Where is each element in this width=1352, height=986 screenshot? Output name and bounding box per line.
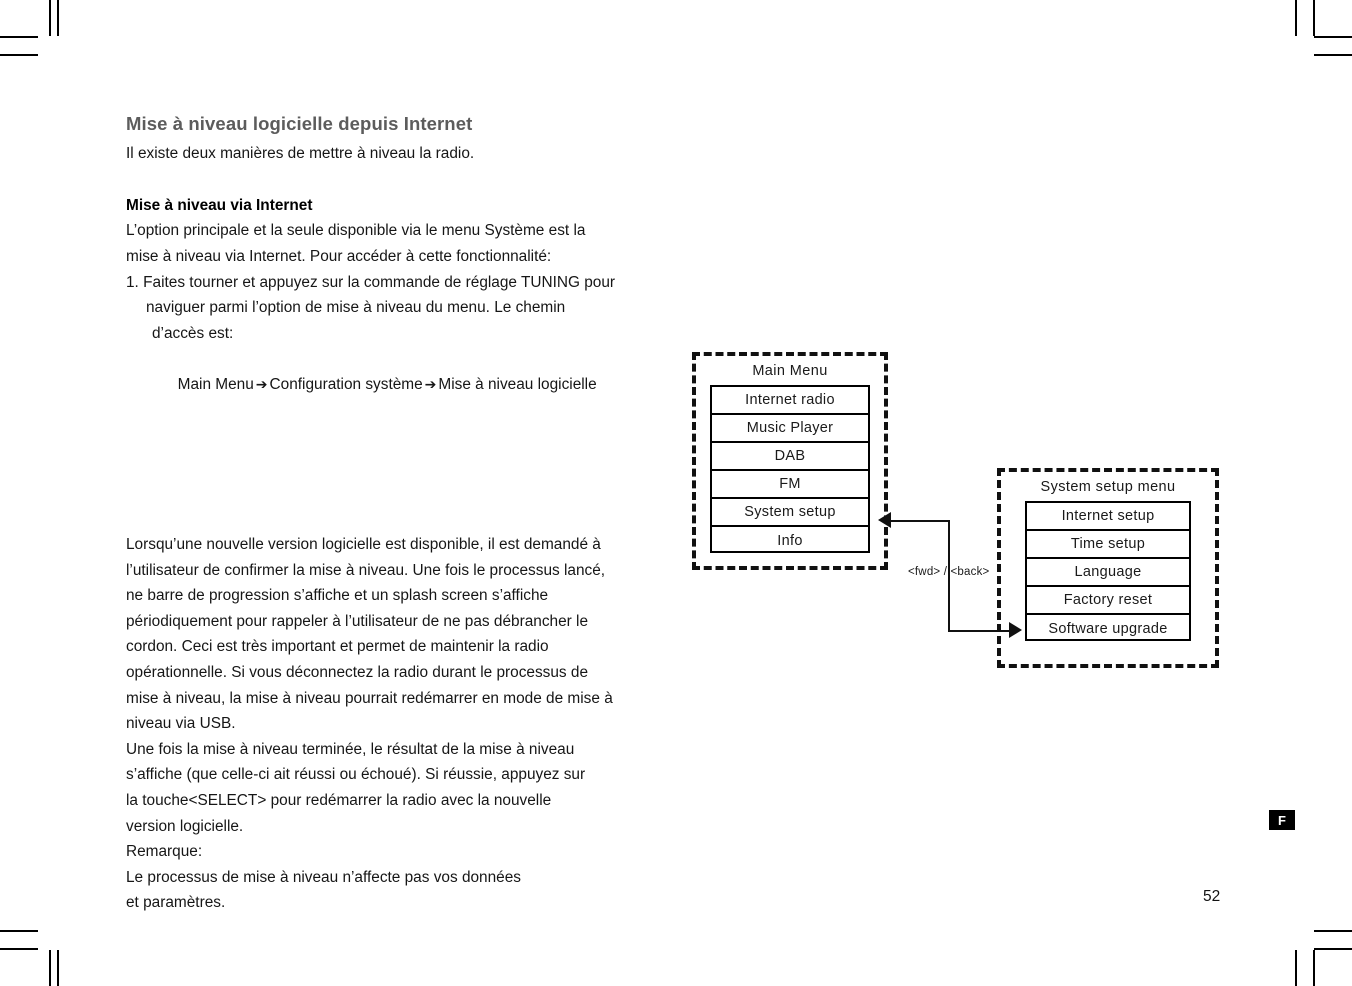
body-line-1: L’option principale et la seule disponib… xyxy=(126,222,586,240)
main-menu-item-fm[interactable]: FM xyxy=(712,471,868,499)
arrow-right-icon: ➔ xyxy=(255,376,268,393)
crop-mark-top-left-inner-horizontal xyxy=(0,54,38,56)
main-menu-list: Internet radio Music Player DAB FM Syste… xyxy=(710,385,870,553)
crop-mark-top-right-inner-horizontal xyxy=(1314,54,1352,56)
article-text-column: Mise à niveau logicielle depuis Internet… xyxy=(126,112,686,916)
connector-bottom-horizontal xyxy=(948,630,1010,632)
system-setup-item-language[interactable]: Language xyxy=(1027,559,1189,587)
connector-label: <fwd> / <back> xyxy=(908,566,990,578)
crop-mark-bottom-right-horizontal xyxy=(1314,930,1352,932)
system-setup-item-software-upgrade[interactable]: Software upgrade xyxy=(1027,615,1189,643)
intro-paragraph: Il existe deux manières de mettre à nive… xyxy=(126,145,475,163)
main-menu-title: Main Menu xyxy=(752,363,828,379)
crop-mark-bottom-left-inner-vertical xyxy=(57,950,59,986)
connector-top-horizontal xyxy=(891,520,950,522)
system-setup-menu-diagram: System setup menu Internet setup Time se… xyxy=(997,468,1219,668)
body-paragraph-2: Lorsqu’une nouvelle version logicielle e… xyxy=(126,536,613,733)
crop-mark-top-left-horizontal xyxy=(0,36,38,38)
crop-mark-top-right-inner-vertical xyxy=(1313,0,1315,36)
crop-mark-bottom-left-vertical xyxy=(49,950,51,986)
crop-mark-bottom-left-horizontal xyxy=(0,930,38,932)
remark-label: Remarque: xyxy=(126,843,203,861)
step-1-line-2: naviguer parmi l’option de mise à niveau… xyxy=(146,299,566,317)
system-setup-item-time-setup[interactable]: Time setup xyxy=(1027,531,1189,559)
main-menu-item-info[interactable]: Info xyxy=(712,527,868,555)
main-menu-item-internet-radio[interactable]: Internet radio xyxy=(712,387,868,415)
crop-mark-bottom-right-inner-vertical xyxy=(1313,950,1315,986)
system-setup-menu-title: System setup menu xyxy=(1040,479,1176,495)
crop-mark-bottom-right-vertical xyxy=(1295,950,1297,986)
manual-page: Mise à niveau logicielle depuis Internet… xyxy=(0,0,1352,986)
system-setup-item-internet-setup[interactable]: Internet setup xyxy=(1027,503,1189,531)
page-number: 52 xyxy=(1203,888,1221,905)
menu-path-node-2: Configuration système xyxy=(269,375,423,393)
body-paragraph-3: Une fois la mise à niveau terminée, le r… xyxy=(126,740,586,835)
crop-mark-top-left-vertical xyxy=(49,0,51,36)
body-line-2: mise à niveau via Internet. Pour accéder… xyxy=(126,247,552,265)
main-menu-item-music-player[interactable]: Music Player xyxy=(712,415,868,443)
crop-mark-top-right-horizontal xyxy=(1314,36,1352,38)
crop-mark-top-right-vertical xyxy=(1295,0,1297,36)
main-menu-item-dab[interactable]: DAB xyxy=(712,443,868,471)
menu-path-line: Main Menu ➔ Configuration système ➔ Mise à n… xyxy=(126,346,686,424)
system-setup-menu-list: Internet setup Time setup Language Facto… xyxy=(1025,501,1191,641)
main-menu-diagram: Main Menu Internet radio Music Player DA… xyxy=(692,352,888,570)
arrow-left-icon xyxy=(878,512,891,528)
menu-path-node-3: Mise à niveau logicielle xyxy=(438,375,597,393)
page-title: Mise à niveau logicielle depuis Internet xyxy=(126,113,473,134)
language-badge: F xyxy=(1269,810,1295,830)
step-1-line-1: 1. Faites tourner et appuyez sur la comm… xyxy=(126,273,616,291)
crop-mark-top-left-inner-vertical xyxy=(57,0,59,36)
remark-text: Le processus de mise à niveau n’affecte … xyxy=(126,868,521,912)
crop-mark-bottom-left-inner-horizontal xyxy=(0,948,38,950)
step-1-line-3: d’accès est: xyxy=(152,324,234,342)
section-subheading: Mise à niveau via Internet xyxy=(126,196,313,214)
arrow-right-icon: ➔ xyxy=(424,376,437,393)
crop-mark-bottom-right-inner-horizontal xyxy=(1314,948,1352,950)
main-menu-item-system-setup[interactable]: System setup xyxy=(712,499,868,527)
arrow-right-icon xyxy=(1009,622,1022,638)
system-setup-item-factory-reset[interactable]: Factory reset xyxy=(1027,587,1189,615)
menu-path-node-1: Main Menu xyxy=(177,375,254,393)
